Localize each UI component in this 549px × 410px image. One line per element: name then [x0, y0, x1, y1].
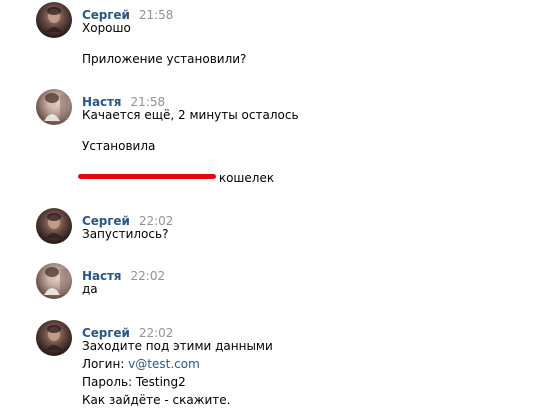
message-header: Сергей 22:02	[82, 210, 174, 228]
message-header: Сергей 22:02	[82, 322, 174, 340]
message-text-redacted: ​​​​​​​​​​​​​​​​​​​​​​​​​​​​​​​​​​​ коше…	[78, 171, 275, 185]
message-text: Установила	[82, 139, 156, 153]
message-time[interactable]: 22:02	[139, 214, 174, 228]
message-text: Пароль: Testing2	[82, 375, 186, 389]
author-name[interactable]: Настя	[82, 95, 122, 109]
avatar-photo-male-icon	[46, 7, 62, 32]
message-text: Как зайдёте - скажите.	[82, 393, 231, 407]
chat-history: Сергей 21:58 Хорошо Приложение установил…	[0, 0, 549, 410]
message-text: Качается ещё, 2 минуты осталось	[82, 108, 299, 122]
avatar-nastya[interactable]	[36, 89, 72, 125]
avatar-photo-female-icon	[44, 267, 68, 295]
avatar-photo-male-icon	[46, 213, 62, 238]
message-header: Настя 21:58	[82, 91, 166, 109]
author-name[interactable]: Настя	[82, 269, 122, 283]
redaction-bar	[78, 174, 216, 179]
message-text: Заходите под этими данными	[82, 339, 273, 353]
message-time[interactable]: 21:58	[139, 8, 174, 22]
message-header: Сергей 21:58	[82, 4, 174, 22]
avatar-sergey[interactable]	[36, 208, 72, 244]
message-text: да	[82, 282, 98, 296]
message-text: кошелек	[218, 171, 275, 185]
message-header: Настя 22:02	[82, 265, 166, 283]
author-name[interactable]: Сергей	[82, 214, 130, 228]
redacted-area: ​​​​​​​​​​​​​​​​​​​​​​​​​​​​​​​​​​​	[78, 171, 216, 185]
email-link[interactable]: v@test.com	[128, 357, 200, 371]
avatar-photo-male-icon	[46, 325, 62, 350]
avatar-photo-female-icon	[44, 93, 68, 121]
message-time[interactable]: 21:58	[131, 95, 166, 109]
message-text: Хорошо	[82, 21, 131, 35]
login-label: Логин:	[82, 357, 129, 371]
author-name[interactable]: Сергей	[82, 8, 130, 22]
message-time[interactable]: 22:02	[139, 326, 174, 340]
message-text-login: Логин: v@test.com	[82, 357, 200, 371]
message-text: Запустилось?	[82, 227, 169, 241]
avatar-sergey[interactable]	[36, 320, 72, 356]
avatar-sergey[interactable]	[36, 2, 72, 38]
message-time[interactable]: 22:02	[131, 269, 166, 283]
author-name[interactable]: Сергей	[82, 326, 130, 340]
message-text: Приложение установили?	[82, 52, 247, 66]
avatar-nastya[interactable]	[36, 263, 72, 299]
